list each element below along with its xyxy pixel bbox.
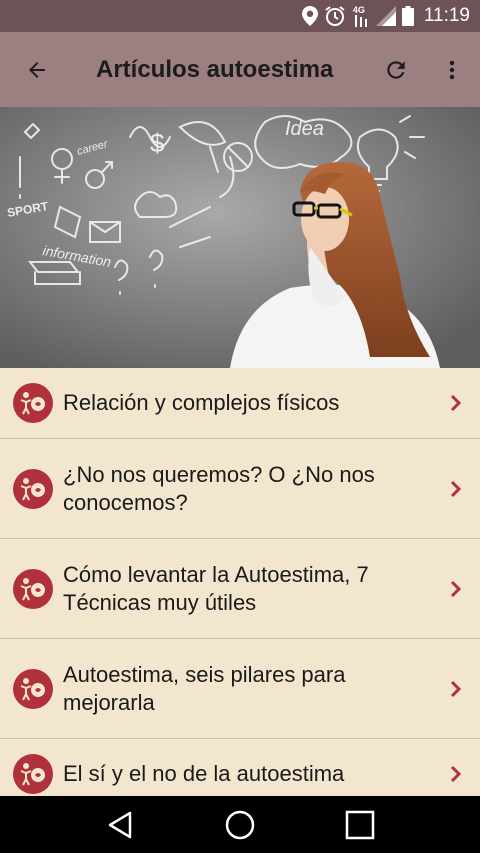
nav-home-circle-icon: [225, 810, 255, 839]
svg-text:$: $: [150, 128, 165, 158]
status-bar: 4G 11:19: [0, 0, 480, 32]
refresh-icon: [387, 60, 405, 79]
back-button[interactable]: [0, 32, 74, 107]
nav-recents-square-icon: [345, 810, 375, 839]
self-esteem-avatar-icon: [13, 383, 53, 423]
arrow-back-icon: [29, 61, 45, 78]
signal-4g-icon: 4G: [352, 5, 370, 27]
refresh-button[interactable]: [368, 32, 424, 107]
system-navigation-bar: [0, 796, 480, 853]
overflow-menu-button[interactable]: [424, 32, 480, 107]
nav-back-triangle-icon: [108, 811, 132, 838]
article-item[interactable]: Relación y complejos físicos: [0, 368, 480, 439]
article-title: El sí y el no de la autoestima: [63, 760, 345, 786]
article-title: Cómo levantar la Autoestima, 7 Técnicas …: [63, 561, 369, 615]
chevron-right-icon: [446, 580, 466, 598]
self-esteem-avatar-icon: [13, 668, 53, 709]
location-pin-icon: [301, 5, 318, 27]
article-list[interactable]: Relación y complejos físicos ¿No nos que…: [0, 368, 480, 796]
battery-icon: [401, 5, 414, 27]
article-title: Relación y complejos físicos: [63, 390, 340, 415]
chevron-right-icon: [446, 480, 466, 498]
chevron-right-icon: [446, 680, 466, 698]
article-item[interactable]: Cómo levantar la Autoestima, 7 Técnicas …: [0, 539, 480, 639]
article-title: ¿No nos queremos? O ¿No nos conocemos?: [63, 461, 375, 515]
hero-illustration: Idea career SPORT information $: [0, 107, 480, 368]
hero-image: Idea career SPORT information $: [0, 107, 480, 368]
nav-home-button[interactable]: [210, 796, 270, 853]
article-item[interactable]: Autoestima, seis pilares para mejorarla: [0, 639, 480, 739]
page-title: Artículos autoestima: [96, 55, 334, 83]
more-vertical-icon: [449, 60, 455, 79]
chevron-right-icon: [446, 765, 466, 783]
article-item[interactable]: El sí y el no de la autoestima: [0, 739, 480, 796]
self-esteem-avatar-icon: [13, 468, 53, 509]
self-esteem-avatar-icon: [13, 568, 53, 609]
self-esteem-avatar-icon: [13, 753, 53, 794]
chevron-right-icon: [446, 394, 466, 412]
article-title: Autoestima, seis pilares para mejorarla: [63, 661, 346, 715]
alarm-clock-icon: [324, 5, 346, 27]
article-item[interactable]: ¿No nos queremos? O ¿No nos conocemos?: [0, 439, 480, 539]
app-bar: Artículos autoestima: [0, 32, 480, 107]
doodle-text-idea: Idea: [285, 118, 324, 140]
nav-recents-button[interactable]: [330, 796, 390, 853]
network-type-label: 4G: [352, 5, 365, 15]
status-clock: 11:19: [423, 5, 470, 26]
nav-back-button[interactable]: [90, 796, 150, 853]
signal-bars-icon: [375, 5, 396, 27]
